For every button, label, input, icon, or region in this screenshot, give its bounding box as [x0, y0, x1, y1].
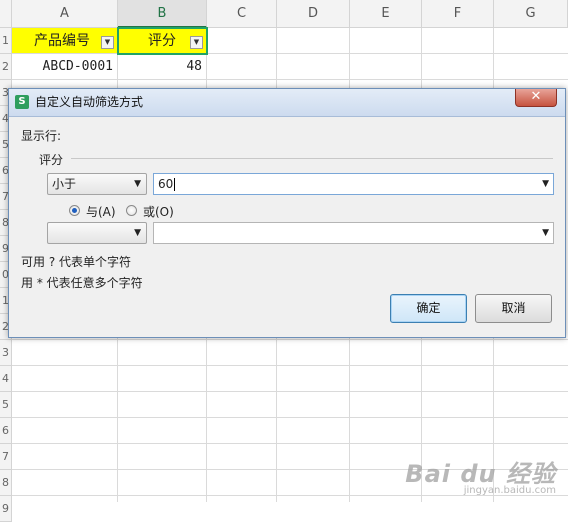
wps-app-icon: S — [15, 95, 29, 109]
row-header[interactable]: 8 — [0, 470, 12, 496]
column-header-c[interactable]: C — [207, 0, 277, 28]
value-input-2[interactable]: ▼ — [153, 222, 554, 244]
grid-line — [12, 79, 568, 80]
row-header[interactable]: 5 — [0, 392, 12, 418]
row-header[interactable]: 2 — [0, 54, 12, 80]
or-radio-label[interactable]: 或(O) — [143, 203, 174, 220]
operator-select-1-value: 小于 — [52, 177, 77, 191]
operator-select-1[interactable]: 小于 ▼ — [47, 173, 147, 195]
dialog-title: 自定义自动筛选方式 — [35, 95, 144, 109]
cell-b1[interactable]: 评分 ▼ — [118, 28, 206, 53]
grid-line — [12, 365, 568, 366]
cell-a2[interactable]: ABCD-0001 — [12, 54, 117, 79]
column-header-f[interactable]: F — [422, 0, 494, 28]
ok-button[interactable]: 确定 — [390, 294, 467, 323]
and-radio[interactable] — [69, 205, 80, 216]
custom-autofilter-dialog: S 自定义自动筛选方式 ✕ 显示行: 评分 小于 ▼ 60 ▼ 与(A) 或(O… — [8, 88, 566, 338]
column-header-b[interactable]: B — [118, 0, 207, 28]
column-header-a[interactable]: A — [12, 0, 118, 28]
filter-dropdown-icon[interactable]: ▼ — [101, 36, 114, 49]
field-name-label: 评分 — [39, 153, 64, 167]
value-input-1-text: 60 — [158, 174, 176, 194]
value-input-1-value: 60 — [158, 177, 174, 191]
close-button[interactable]: ✕ — [515, 89, 557, 107]
watermark: Bai du 经验 jingyan.baidu.com — [405, 454, 556, 496]
filter-dropdown-icon[interactable]: ▼ — [190, 36, 203, 49]
or-radio[interactable] — [126, 205, 137, 216]
cell-b1-text: 评分 — [148, 33, 176, 49]
chevron-down-icon[interactable]: ▼ — [542, 174, 549, 194]
text-caret — [174, 178, 176, 191]
grid-line — [12, 443, 568, 444]
row-header[interactable]: 6 — [0, 418, 12, 444]
cell-b2[interactable]: 48 — [118, 54, 206, 79]
chevron-down-icon[interactable]: ▼ — [542, 223, 549, 243]
dialog-titlebar[interactable]: S 自定义自动筛选方式 ✕ — [9, 89, 565, 117]
grid-line — [12, 339, 568, 340]
column-header-e[interactable]: E — [350, 0, 422, 28]
select-all-corner[interactable] — [0, 0, 12, 28]
and-radio-label[interactable]: 与(A) — [86, 203, 116, 220]
column-header-d[interactable]: D — [277, 0, 350, 28]
row-header[interactable]: 1 — [0, 28, 12, 54]
hint-multi-char: 用 * 代表任意多个字符 — [21, 276, 143, 290]
column-header-g[interactable]: G — [494, 0, 568, 28]
cell-a1-text: 产品编号 — [34, 33, 90, 49]
operator-select-2[interactable]: ▼ — [47, 222, 147, 244]
value-input-1[interactable]: 60 ▼ — [153, 173, 554, 195]
chevron-down-icon: ▼ — [134, 228, 141, 238]
grid-line — [12, 391, 568, 392]
group-divider — [71, 158, 553, 159]
grid-line — [12, 417, 568, 418]
row-header[interactable]: 9 — [0, 496, 12, 522]
watermark-main: Bai du 经验 — [405, 460, 556, 488]
hint-single-char: 可用 ? 代表单个字符 — [21, 255, 131, 269]
row-header[interactable]: 4 — [0, 366, 12, 392]
cell-a1[interactable]: 产品编号 ▼ — [12, 28, 117, 53]
show-rows-label: 显示行: — [21, 129, 62, 143]
dialog-body: 显示行: 评分 小于 ▼ 60 ▼ 与(A) 或(O) ▼ ▼ 可用 ? 代表单… — [13, 117, 561, 333]
chevron-down-icon: ▼ — [134, 179, 141, 189]
cancel-button[interactable]: 取消 — [475, 294, 552, 323]
row-header[interactable]: 7 — [0, 444, 12, 470]
row-header[interactable]: 3 — [0, 340, 12, 366]
close-icon: ✕ — [530, 89, 542, 104]
